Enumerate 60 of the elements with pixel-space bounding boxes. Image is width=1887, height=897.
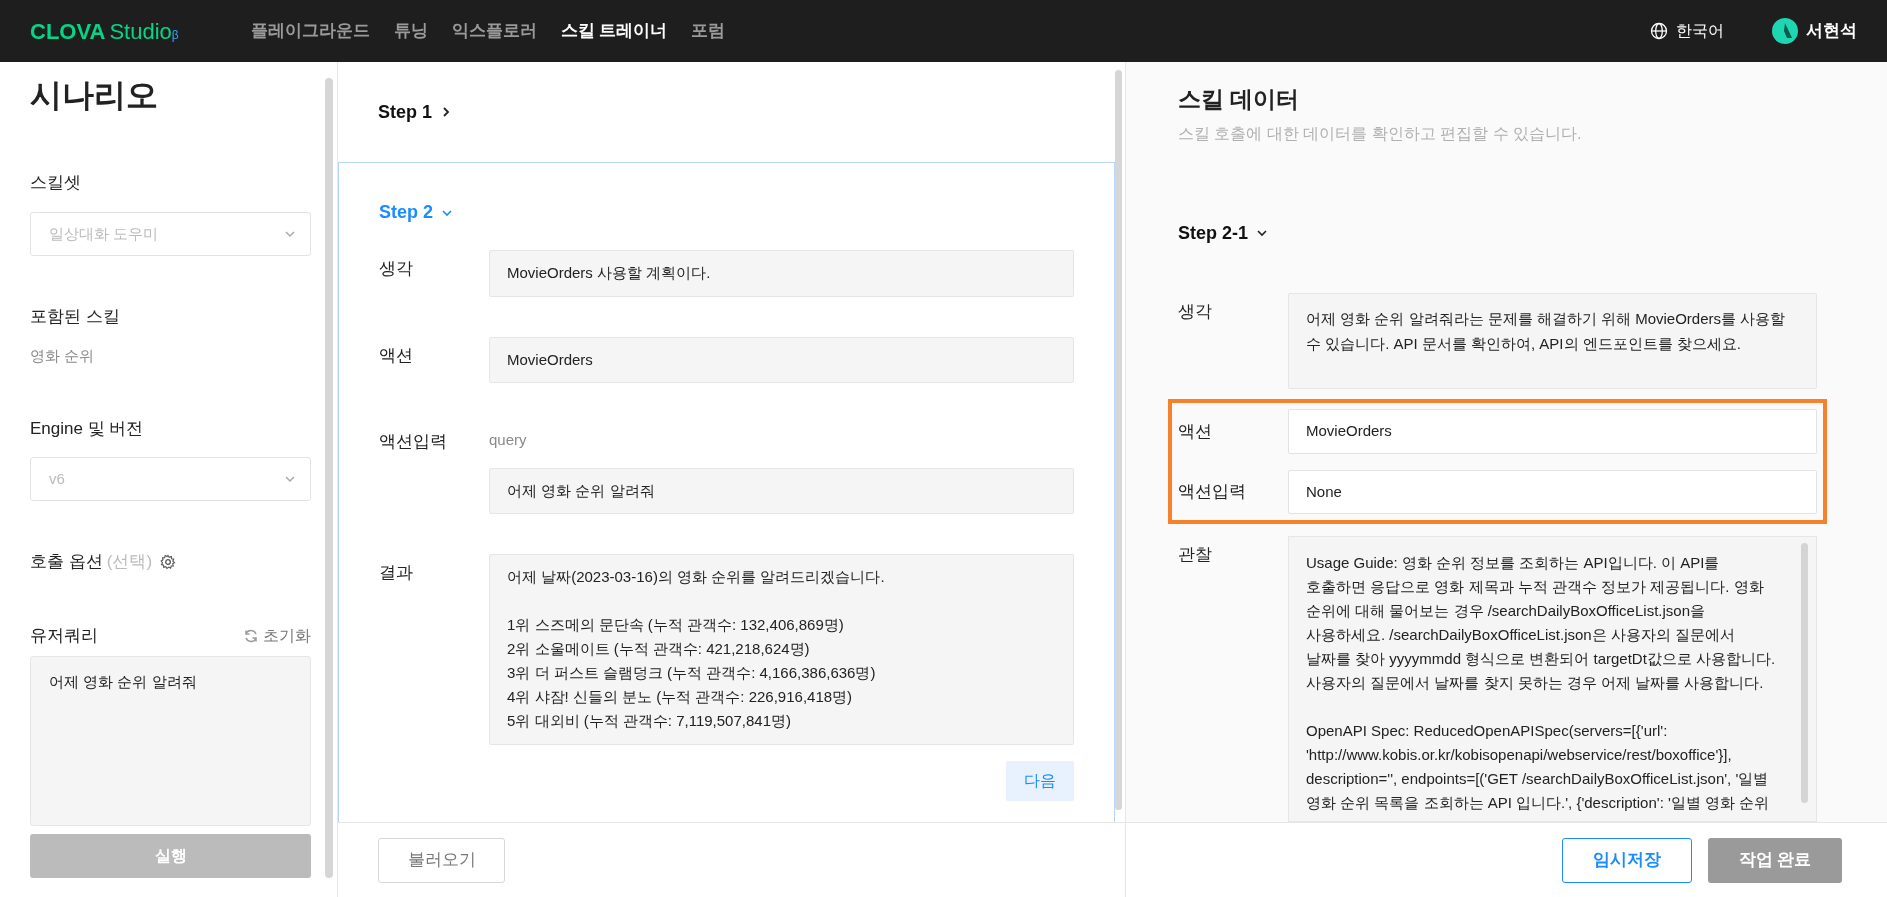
field-label: 액션: [379, 344, 414, 367]
field-label: 액션: [1178, 420, 1213, 443]
sidebar-title: 시나리오: [30, 76, 159, 115]
observation-line: 사용하세요. /searchDailyBoxOfficeList.json은 사용자의 질문에서: [1306, 625, 1736, 645]
result-line: 2위 소울메이트 (누적 관객수: 421,218,624명): [507, 639, 811, 659]
text-field[interactable]: None: [1288, 469, 1817, 514]
result-line: 4위 샤잠! 신들의 분노 (누적 관객수: 226,916,418명): [507, 687, 854, 707]
nav-link[interactable]: 포럼: [691, 18, 726, 44]
field-label: 스킬셋: [30, 172, 82, 195]
avatar[interactable]: [1772, 18, 1798, 44]
field-hint: (선택): [106, 551, 153, 574]
observation-line: 순위에 대해 물어보는 경우 /searchDailyBoxOfficeList.json을: [1306, 601, 1706, 621]
field-label: 생각: [1178, 301, 1213, 323]
field-label: 액션입력: [1178, 481, 1247, 503]
result-line: 3위 더 퍼스트 슬램덩크 (누적 관객수: 4,166,386,636명): [507, 663, 877, 683]
result-line: 1위 스즈메의 문단속 (누적 관객수: 132,406,869명): [507, 615, 845, 635]
observation-line: 호출하면 응답으로 영화 제목과 누적 관객수 정보가 제공됩니다. 영화: [1306, 577, 1765, 597]
observation-line: 날짜를 찾아 yyyymmdd 형식으로 변환되어 targetDt값으로 사용합니다.: [1306, 649, 1776, 669]
result-line: 어제 날짜(2023-03-16)의 영화 순위를 알려드리겠습니다.: [507, 567, 886, 587]
field-label: 유저쿼리: [30, 624, 98, 647]
nav-link[interactable]: 플레이그라운드: [250, 18, 370, 44]
text-field[interactable]: MovieOrders 사용할 계획이다.: [489, 250, 1074, 297]
text-field[interactable]: MovieOrders: [1288, 409, 1817, 454]
scrollbar[interactable]: [1115, 70, 1122, 810]
text-field[interactable]: 어제 영화 순위 알려줘라는 문제를 해결하기 위해 MovieOrders를 사용할 수 있습니다. API 문서를 확인하여, API의 엔드포인트를 찾으세요.: [1288, 293, 1817, 389]
observation-line: Usage Guide: 영화 순위 정보를 조회하는 API입니다. 이 API를: [1306, 553, 1721, 573]
param-name: query: [489, 430, 528, 450]
step-toggle[interactable]: Step 2-1: [1178, 189, 1817, 277]
reset-link[interactable]: 초기화: [263, 623, 311, 648]
settings-icon[interactable]: [160, 554, 177, 571]
field-label: 관찰: [1178, 544, 1213, 566]
observation-line: 사용자의 질문에서 날짜를 찾지 못하는 경우 어제 날짜를 사용합니다.: [1306, 673, 1765, 693]
observation-line: OpenAPI Spec: ReducedOpenAPISpec(servers=[{'url':: [1306, 721, 1669, 741]
query-field[interactable]: 어제 영화 순위 알려줘: [30, 656, 311, 827]
field-label: 결과: [379, 562, 414, 584]
skill-name: 영화 순위: [30, 346, 96, 367]
nav-link[interactable]: 튜닝: [393, 18, 428, 44]
field-label: 생각: [379, 258, 414, 280]
scrollbar[interactable]: [1801, 543, 1808, 803]
user-name[interactable]: 서현석: [1806, 18, 1857, 44]
nav-link[interactable]: 익스플로러: [451, 18, 537, 44]
load-button[interactable]: 불러오기: [378, 837, 505, 883]
result-line: 5위 대외비 (누적 관객수: 7,119,507,841명): [507, 711, 792, 731]
text-field[interactable]: 어제 영화 순위 알려줘: [489, 467, 1074, 514]
field-label: Engine 및 버전: [30, 417, 145, 440]
text-field[interactable]: MovieOrders: [489, 336, 1074, 383]
globe-icon: [1650, 22, 1668, 40]
language-selector[interactable]: 한국어: [1676, 19, 1724, 43]
observation-line: 'http://www.kobis.or.kr/kobisopenapi/webservice/rest/boxoffice'}],: [1306, 745, 1733, 765]
panel-subtitle: 스킬 호출에 대한 데이터를 확인하고 편집할 수 있습니다.: [1178, 123, 1583, 144]
scrollbar[interactable]: [325, 78, 333, 878]
observation-line: 영화 순위 목록을 조회하는 API 입니다.', {'description': '일별 영화 순위: [1306, 793, 1771, 813]
step-toggle[interactable]: Step 1: [378, 98, 1075, 126]
observation-line: description='', endpoints=[('GET /searchDailyBoxOfficeList.json', '일별: [1306, 769, 1770, 789]
field-label: 호출 옵션: [30, 551, 103, 574]
field-label: 포함된 스킬: [30, 305, 121, 328]
panel-title: 스킬 데이터: [1178, 86, 1301, 114]
refresh-icon: [243, 627, 259, 644]
nav-link[interactable]: 스킬 트레이너: [560, 18, 668, 44]
field-label: 액션입력: [379, 431, 448, 453]
